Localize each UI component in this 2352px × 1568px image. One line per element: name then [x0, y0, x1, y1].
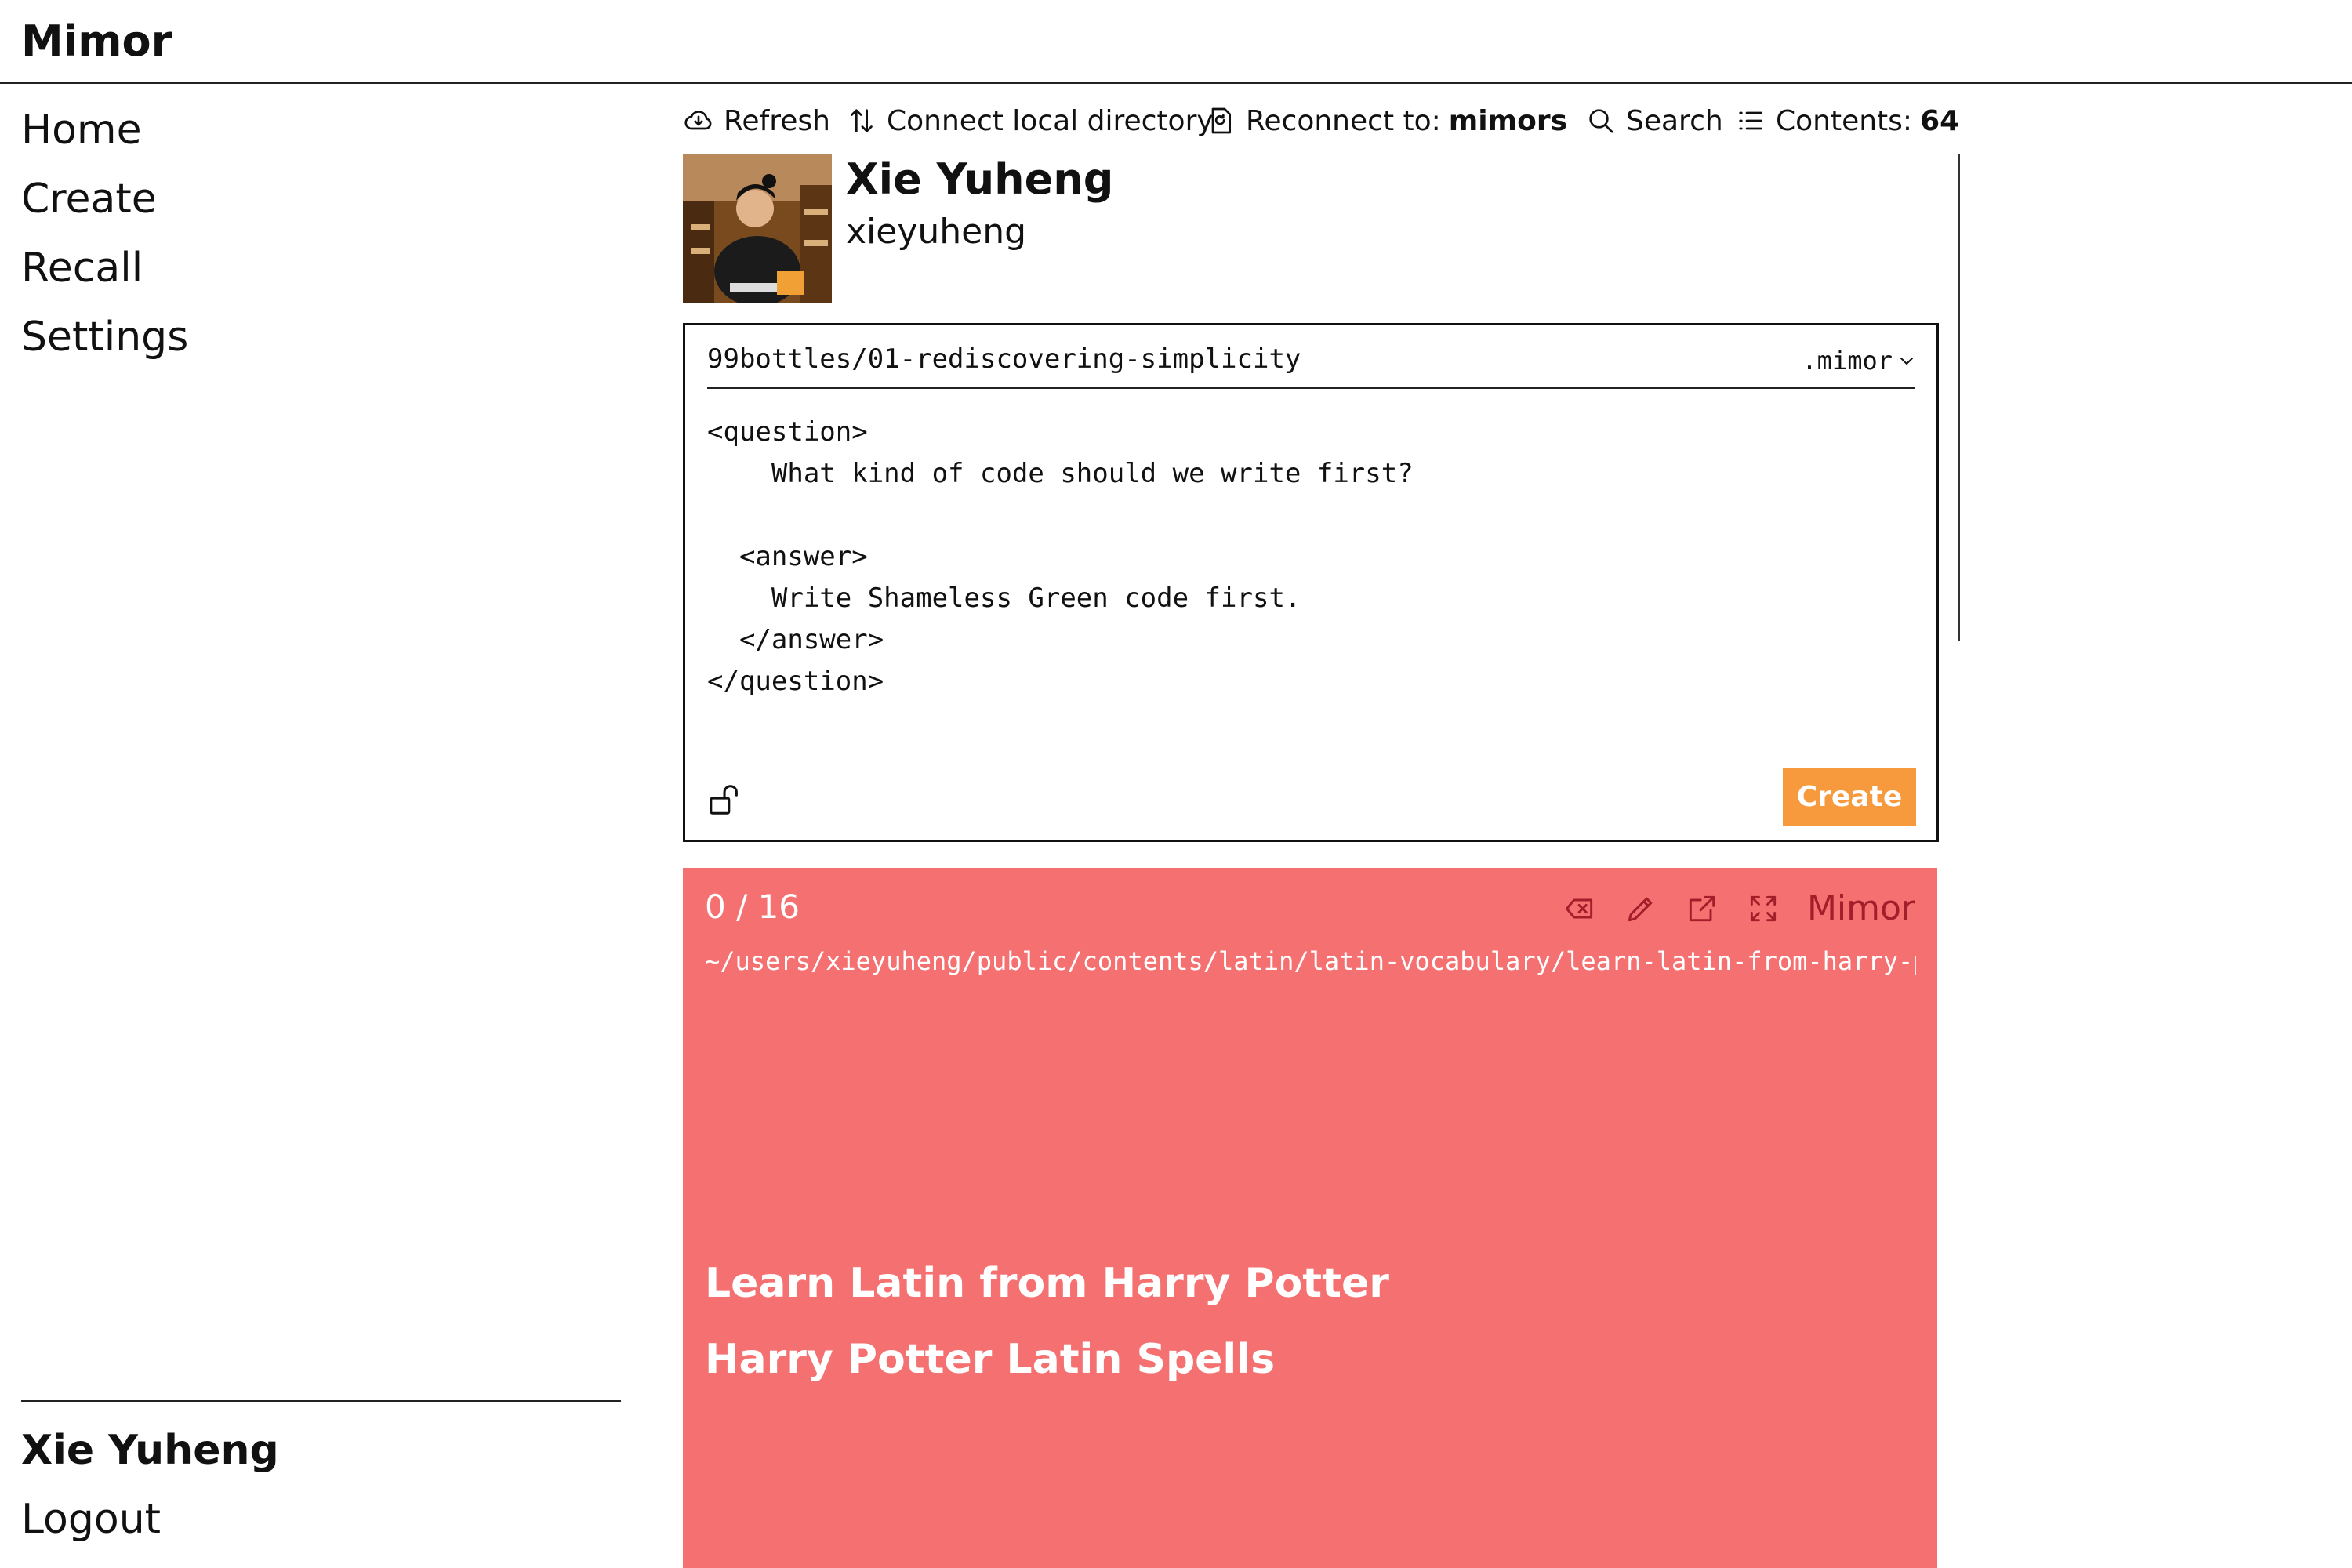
contents-count: 64 [1920, 104, 1960, 137]
profile-name: Xie Yuheng [846, 154, 1114, 204]
editor-divider [707, 387, 1915, 389]
search-icon [1589, 109, 1613, 133]
scrollbar[interactable] [1958, 154, 1960, 641]
logout-link[interactable]: Logout [21, 1492, 161, 1547]
card-actions: Mimor [1536, 885, 1915, 932]
extension-select[interactable]: .mimor [1802, 341, 1916, 380]
expand-icon[interactable] [1746, 891, 1780, 926]
editor-path-input[interactable]: 99bottles/01-rediscovering-simplicity [707, 339, 1301, 379]
connect-label: Connect local directory [887, 104, 1214, 137]
external-link-icon[interactable] [1685, 891, 1719, 926]
create-button[interactable]: Create [1783, 768, 1916, 826]
document-reconnect-icon [1211, 107, 1231, 134]
card-line-1: Learn Latin from Harry Potter [705, 1260, 1389, 1307]
connect-local-directory-button[interactable]: Connect local directory [846, 99, 1214, 143]
list-icon [1739, 111, 1762, 130]
header-divider [0, 82, 2352, 84]
chevron-down-icon [1900, 358, 1913, 365]
pencil-icon[interactable] [1624, 891, 1658, 926]
reconnect-label: Reconnect to: [1246, 104, 1441, 137]
avatar [683, 154, 832, 303]
card-line-2: Harry Potter Latin Spells [705, 1336, 1276, 1383]
sidebar-item-home[interactable]: Home [21, 103, 142, 158]
mimor-editor: 99bottles/01-rediscovering-simplicity .m… [683, 323, 1939, 842]
extension-value: .mimor [1802, 346, 1893, 376]
profile-handle: xieyuheng [846, 212, 1027, 252]
sidebar-item-settings[interactable]: Settings [21, 310, 188, 365]
mimor-card: 0 / 16 Mimor ~/users/xieyuheng/public/co… [683, 868, 1937, 1568]
card-path: ~/users/xieyuheng/public/contents/latin/… [705, 946, 1916, 976]
app-title: Mimor [21, 16, 172, 66]
search-label: Search [1626, 104, 1723, 137]
card-brand-link[interactable]: Mimor [1807, 885, 1915, 932]
contents-button[interactable]: Contents: 64 [1735, 99, 1959, 143]
refresh-label: Refresh [724, 104, 830, 137]
contents-label: Contents: [1776, 104, 1913, 137]
sidebar-item-create[interactable]: Create [21, 172, 157, 227]
sidebar-item-recall[interactable]: Recall [21, 241, 143, 296]
cloud-download-icon [684, 111, 712, 130]
reconnect-button[interactable]: Reconnect to: mimors [1205, 99, 1567, 143]
reconnect-target: mimors [1448, 104, 1568, 137]
arrows-up-down-icon [851, 109, 873, 132]
sidebar-divider [21, 1400, 621, 1402]
card-progress: 0 / 16 [705, 887, 800, 926]
backspace-icon[interactable] [1563, 891, 1597, 926]
sidebar-user-name: Xie Yuheng [21, 1427, 279, 1474]
code-textarea[interactable]: <question> What kind of code should we w… [707, 412, 1414, 702]
search-button[interactable]: Search [1585, 99, 1723, 143]
unlock-icon[interactable] [707, 782, 743, 818]
refresh-button[interactable]: Refresh [683, 99, 830, 143]
